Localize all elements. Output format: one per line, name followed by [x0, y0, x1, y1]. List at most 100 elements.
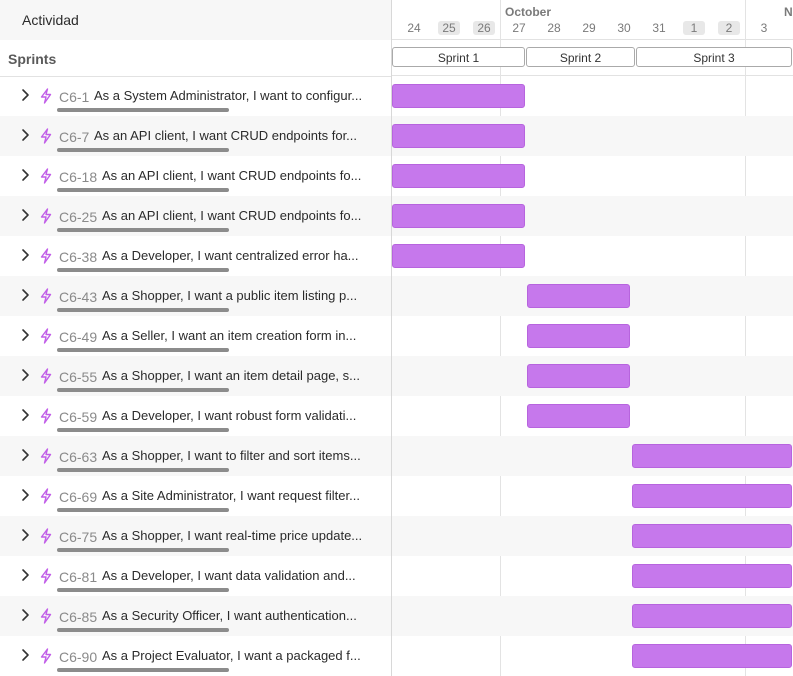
issue-key[interactable]: C6-59	[59, 409, 97, 425]
issue-row[interactable]: C6-25 As an API client, I want CRUD endpo…	[0, 196, 391, 236]
issue-key[interactable]: C6-43	[59, 289, 97, 305]
chevron-right-icon[interactable]	[18, 168, 32, 182]
issue-row[interactable]: C6-59 As a Developer, I want robust form …	[0, 396, 391, 436]
progress-bar	[57, 428, 229, 432]
chevron-right-icon[interactable]	[18, 128, 32, 142]
issue-summary[interactable]: As an API client, I want CRUD endpoints …	[102, 168, 361, 183]
schedule-bar[interactable]	[392, 124, 525, 148]
issue-key[interactable]: C6-63	[59, 449, 97, 465]
issue-summary[interactable]: As an API client, I want CRUD endpoints …	[94, 128, 357, 143]
issue-summary[interactable]: As a Developer, I want robust form valid…	[102, 408, 356, 423]
issue-row[interactable]: C6-7 As an API client, I want CRUD endpoi…	[0, 116, 391, 156]
issue-key[interactable]: C6-75	[59, 529, 97, 545]
issue-key[interactable]: C6-85	[59, 609, 97, 625]
issue-row[interactable]: C6-55 As a Shopper, I want an item detail…	[0, 356, 391, 396]
issue-key[interactable]: C6-18	[59, 169, 97, 185]
issue-row[interactable]: C6-49 As a Seller, I want an item creatio…	[0, 316, 391, 356]
issue-row[interactable]: C6-69 As a Site Administrator, I want req…	[0, 476, 391, 516]
chevron-right-icon[interactable]	[18, 448, 32, 462]
schedule-bar[interactable]	[527, 364, 630, 388]
issue-row[interactable]: C6-1 As a System Administrator, I want to…	[0, 76, 391, 116]
schedule-bar[interactable]	[392, 84, 525, 108]
day-label: 31	[652, 21, 666, 35]
issue-key[interactable]: C6-7	[59, 129, 89, 145]
day-label: 26	[473, 21, 495, 35]
issue-key[interactable]: C6-69	[59, 489, 97, 505]
issue-row[interactable]: C6-85 As a Security Officer, I want authe…	[0, 596, 391, 636]
issue-summary[interactable]: As a Project Evaluator, I want a package…	[102, 648, 361, 663]
story-bolt-icon	[39, 328, 53, 344]
issue-key[interactable]: C6-38	[59, 249, 97, 265]
issue-summary[interactable]: As a Shopper, I want to filter and sort …	[102, 448, 361, 463]
issue-key[interactable]: C6-49	[59, 329, 97, 345]
schedule-bar[interactable]	[527, 284, 630, 308]
story-bolt-icon	[39, 208, 53, 224]
progress-bar	[57, 628, 229, 632]
issue-key[interactable]: C6-90	[59, 649, 97, 665]
schedule-bar[interactable]	[632, 444, 792, 468]
progress-bar	[57, 548, 229, 552]
day-label: 3	[760, 21, 768, 35]
progress-bar	[57, 508, 229, 512]
schedule-bar[interactable]	[527, 324, 630, 348]
schedule-bar[interactable]	[632, 644, 792, 668]
chevron-right-icon[interactable]	[18, 88, 32, 102]
story-bolt-icon	[39, 168, 53, 184]
issue-row[interactable]: C6-81 As a Developer, I want data validat…	[0, 556, 391, 596]
schedule-bar[interactable]	[632, 484, 792, 508]
chevron-right-icon[interactable]	[18, 248, 32, 262]
chevron-right-icon[interactable]	[18, 568, 32, 582]
progress-bar	[57, 308, 229, 312]
schedule-bar[interactable]	[392, 244, 525, 268]
sprint-chip-3[interactable]: Sprint 3	[636, 47, 792, 67]
schedule-bar[interactable]	[527, 404, 630, 428]
schedule-bar[interactable]	[632, 564, 792, 588]
day-label: 28	[547, 21, 561, 35]
issue-row[interactable]: C6-63 As a Shopper, I want to filter and …	[0, 436, 391, 476]
issue-key[interactable]: C6-55	[59, 369, 97, 385]
chevron-right-icon[interactable]	[18, 288, 32, 302]
schedule-bar[interactable]	[632, 524, 792, 548]
issue-key[interactable]: C6-81	[59, 569, 97, 585]
sprint-chip-2[interactable]: Sprint 2	[526, 47, 635, 67]
issue-summary[interactable]: As an API client, I want CRUD endpoints …	[102, 208, 361, 223]
issue-row[interactable]: C6-90 As a Project Evaluator, I want a pa…	[0, 636, 391, 676]
issue-summary[interactable]: As a Shopper, I want an item detail page…	[102, 368, 360, 383]
chevron-right-icon[interactable]	[18, 208, 32, 222]
issue-row[interactable]: C6-43 As a Shopper, I want a public item …	[0, 276, 391, 316]
chevron-right-icon[interactable]	[18, 488, 32, 502]
story-bolt-icon	[39, 528, 53, 544]
chevron-right-icon[interactable]	[18, 608, 32, 622]
schedule-bar[interactable]	[632, 604, 792, 628]
progress-bar	[57, 228, 229, 232]
story-bolt-icon	[39, 608, 53, 624]
issue-summary[interactable]: As a Developer, I want centralized error…	[102, 248, 359, 263]
chevron-right-icon[interactable]	[18, 528, 32, 542]
day-label: 30	[617, 21, 631, 35]
sprint-chip-1[interactable]: Sprint 1	[392, 47, 525, 67]
progress-bar	[57, 468, 229, 472]
issue-row[interactable]: C6-38 As a Developer, I want centralized …	[0, 236, 391, 276]
chevron-right-icon[interactable]	[18, 328, 32, 342]
chevron-right-icon[interactable]	[18, 408, 32, 422]
activity-header: Actividad	[0, 0, 391, 41]
schedule-bar[interactable]	[392, 164, 525, 188]
issue-summary[interactable]: As a Site Administrator, I want request …	[102, 488, 360, 503]
schedule-bar[interactable]	[392, 204, 525, 228]
issue-summary[interactable]: As a Seller, I want an item creation for…	[102, 328, 356, 343]
issue-row[interactable]: C6-18 As an API client, I want CRUD endpo…	[0, 156, 391, 196]
chevron-right-icon[interactable]	[18, 648, 32, 662]
issue-key[interactable]: C6-25	[59, 209, 97, 225]
chevron-right-icon[interactable]	[18, 368, 32, 382]
issue-summary[interactable]: As a System Administrator, I want to con…	[94, 88, 362, 103]
day-label: 24	[407, 21, 421, 35]
sprints-label: Sprints	[8, 51, 57, 67]
issue-key[interactable]: C6-1	[59, 89, 89, 105]
issue-summary[interactable]: As a Shopper, I want a public item listi…	[102, 288, 357, 303]
issue-summary[interactable]: As a Developer, I want data validation a…	[102, 568, 356, 583]
issue-summary[interactable]: As a Shopper, I want real-time price upd…	[102, 528, 362, 543]
issue-summary[interactable]: As a Security Officer, I want authentica…	[102, 608, 357, 623]
story-bolt-icon	[39, 408, 53, 424]
progress-bar	[57, 668, 229, 672]
issue-row[interactable]: C6-75 As a Shopper, I want real-time pric…	[0, 516, 391, 556]
